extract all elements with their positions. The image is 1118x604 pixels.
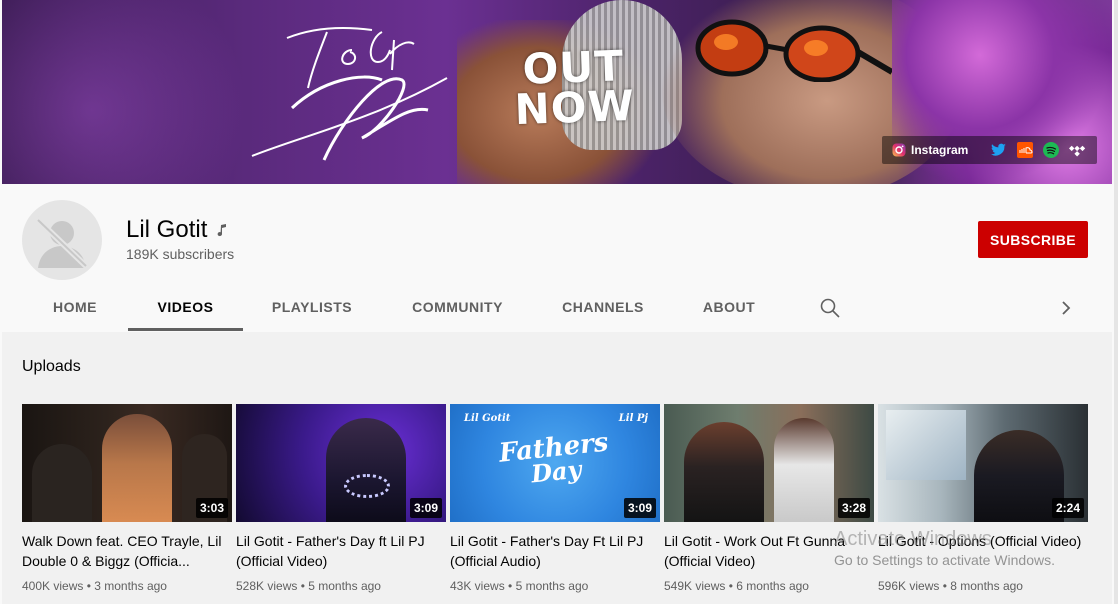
thumb-figure-left <box>684 422 764 522</box>
channel-tabs: HOME VIDEOS PLAYLISTS COMMUNITY CHANNELS… <box>0 284 1118 332</box>
video-duration: 3:28 <box>837 498 870 518</box>
signature-logo <box>251 27 448 161</box>
video-age: 8 months ago <box>950 579 1023 593</box>
video-duration: 3:03 <box>195 498 228 518</box>
video-age: 3 months ago <box>94 579 167 593</box>
default-avatar-icon <box>33 215 91 271</box>
banner-social-links: Instagram <box>882 136 1097 164</box>
banner-sunglasses <box>695 19 892 82</box>
subscribe-button[interactable]: SUBSCRIBE <box>978 221 1088 258</box>
video-title[interactable]: Lil Gotit - Father's Day Ft Lil PJ (Offi… <box>450 531 660 571</box>
video-age: 5 months ago <box>308 579 381 593</box>
video-duration: 3:09 <box>623 498 656 518</box>
video-meta: 43K views • 5 months ago <box>450 579 589 593</box>
video-meta: 549K views • 6 months ago <box>664 579 809 593</box>
video-title[interactable]: Lil Gotit - Father's Day ft Lil PJ (Offi… <box>236 531 446 571</box>
section-title-uploads[interactable]: Uploads <box>22 358 81 376</box>
instagram-icon <box>892 143 906 157</box>
social-icons <box>991 142 1087 158</box>
video-thumbnail[interactable]: Lil Gotit Lil Pj Fathers Day 3:09 <box>450 404 660 522</box>
thumb-figure <box>326 418 406 522</box>
video-thumbnail[interactable]: 3:09 <box>236 404 446 522</box>
video-thumbnail[interactable]: 3:03 <box>22 404 232 522</box>
video-card[interactable]: Lil Gotit Lil Pj Fathers Day 3:09 Lil Go… <box>450 404 660 593</box>
video-thumbnail[interactable]: 2:24 <box>878 404 1088 522</box>
thumb-artist-right: Lil Pj <box>618 413 648 424</box>
video-card[interactable]: 3:09 Lil Gotit - Father's Day ft Lil PJ … <box>236 404 446 593</box>
video-title[interactable]: Walk Down feat. CEO Trayle, Lil Double 0… <box>22 531 232 571</box>
instagram-label: Instagram <box>911 143 969 157</box>
tab-home[interactable]: HOME <box>40 284 110 330</box>
video-views: 43K views <box>450 579 505 593</box>
chevron-right-icon[interactable] <box>1054 296 1078 320</box>
tab-about[interactable]: ABOUT <box>694 284 764 330</box>
channel-banner: OUT NOW Instagram <box>2 0 1112 184</box>
twitter-icon[interactable] <box>991 143 1007 157</box>
tab-community[interactable]: COMMUNITY <box>400 284 515 330</box>
channel-name-text: Lil Gotit <box>126 216 208 243</box>
thumb-artist-left: Lil Gotit <box>464 413 511 424</box>
banner-headline: OUT NOW <box>513 41 636 135</box>
thumb-artwork <box>886 410 966 480</box>
thumb-title: Fathers Day <box>450 425 660 495</box>
thumb-chain <box>344 474 390 498</box>
video-meta: 528K views • 5 months ago <box>236 579 381 593</box>
video-views: 400K views <box>22 579 84 593</box>
thumb-figure-left <box>32 444 92 522</box>
video-duration: 3:09 <box>409 498 442 518</box>
video-meta: 400K views • 3 months ago <box>22 579 167 593</box>
tab-playlists[interactable]: PLAYLISTS <box>262 284 362 330</box>
video-card[interactable]: 3:03 Walk Down feat. CEO Trayle, Lil Dou… <box>22 404 232 593</box>
video-age: 6 months ago <box>736 579 809 593</box>
music-note-icon <box>217 224 227 237</box>
search-icon[interactable] <box>818 296 842 320</box>
channel-name: Lil Gotit <box>126 216 227 244</box>
thumb-figure-main <box>102 414 172 522</box>
tab-videos[interactable]: VIDEOS <box>128 284 243 331</box>
activation-watermark-subtitle: Go to Settings to activate Windows. <box>834 552 1055 568</box>
thumb-figure <box>974 430 1064 522</box>
soundcloud-icon[interactable] <box>1017 142 1033 158</box>
video-age: 5 months ago <box>515 579 589 593</box>
video-duration: 2:24 <box>1051 498 1084 518</box>
tab-channels[interactable]: CHANNELS <box>552 284 654 330</box>
tidal-icon[interactable] <box>1069 143 1087 157</box>
video-views: 596K views <box>878 579 940 593</box>
spotify-icon[interactable] <box>1043 142 1059 158</box>
subscriber-count: 189K subscribers <box>126 246 235 262</box>
thumb-figure-right <box>774 418 834 522</box>
video-meta: 596K views • 8 months ago <box>878 579 1023 593</box>
channel-avatar[interactable] <box>22 200 102 280</box>
video-views: 528K views <box>236 579 298 593</box>
instagram-link[interactable]: Instagram <box>892 143 968 157</box>
video-thumbnail[interactable]: 3:28 <box>664 404 874 522</box>
activation-watermark-title: Activate Windows <box>834 528 992 550</box>
video-views: 549K views <box>664 579 726 593</box>
